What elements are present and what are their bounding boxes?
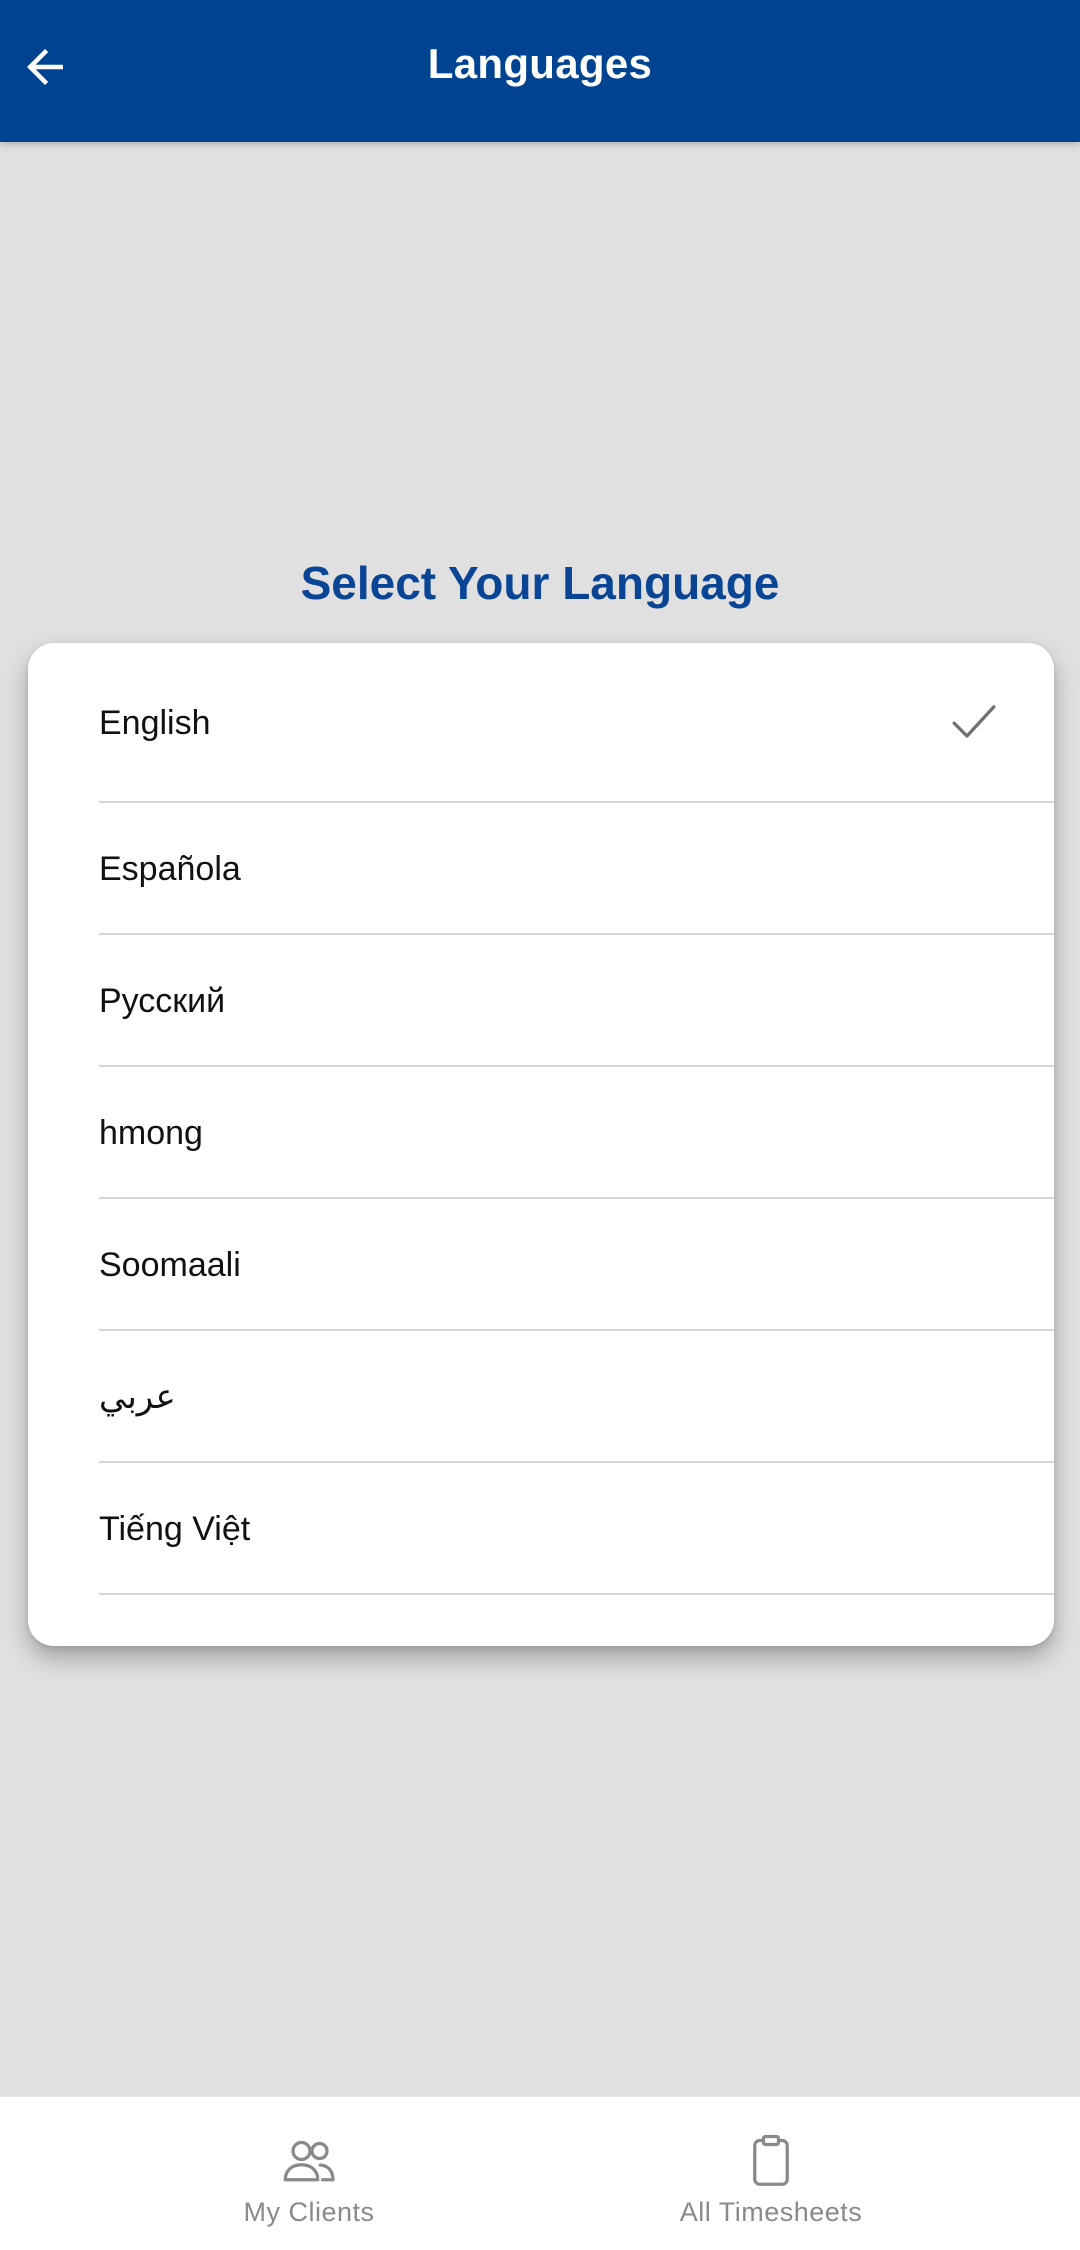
- page-title: Languages: [427, 40, 653, 87]
- language-option-vietnamese[interactable]: Tiếng Việt: [99, 1463, 1054, 1595]
- nav-item-my-clients[interactable]: My Clients: [159, 2097, 459, 2250]
- app-bar: Languages: [0, 0, 1080, 142]
- language-label: English: [99, 703, 211, 742]
- check-icon: [952, 705, 996, 738]
- language-label: Tiếng Việt: [99, 1509, 251, 1548]
- language-label: Русский: [99, 981, 226, 1020]
- language-list: English Española Русский hmong Soomaali …: [99, 643, 1054, 1595]
- nav-item-all-timesheets[interactable]: All Timesheets: [621, 2097, 921, 2250]
- language-option-espanola[interactable]: Española: [99, 803, 1054, 935]
- language-option-english[interactable]: English: [99, 643, 1054, 803]
- people-icon: [283, 2140, 335, 2182]
- language-label: hmong: [99, 1113, 203, 1152]
- language-option-somali[interactable]: Soomaali: [99, 1199, 1054, 1331]
- language-option-hmong[interactable]: hmong: [99, 1067, 1054, 1199]
- nav-label-my-clients: My Clients: [243, 2197, 375, 2227]
- language-option-arabic[interactable]: عربي: [99, 1331, 1054, 1463]
- clipboard-icon: [753, 2134, 789, 2186]
- language-label: Española: [99, 849, 241, 888]
- select-language-heading: Select Your Language: [300, 557, 780, 609]
- language-option-russian[interactable]: Русский: [99, 935, 1054, 1067]
- language-label: عربي: [99, 1378, 176, 1416]
- language-card: English Española Русский hmong Soomaali …: [28, 643, 1054, 1646]
- bottom-navigation: My Clients All Timesheets: [0, 2096, 1080, 2250]
- language-label: Soomaali: [99, 1245, 241, 1284]
- nav-label-all-timesheets: All Timesheets: [679, 2197, 863, 2227]
